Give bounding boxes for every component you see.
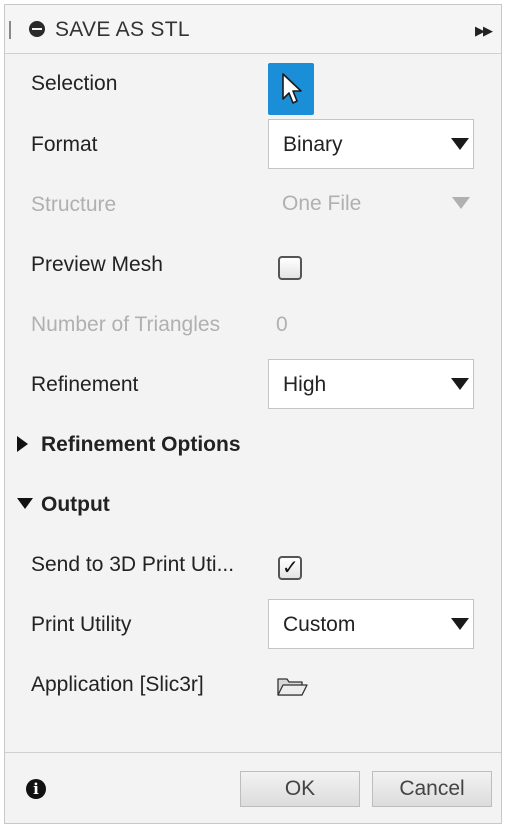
dialog-footer: i OK Cancel	[5, 752, 501, 823]
refinement-label: Refinement	[31, 373, 139, 396]
minus-circle-icon[interactable]	[29, 21, 45, 37]
chevron-down-icon	[451, 378, 469, 390]
info-icon[interactable]: i	[26, 779, 46, 799]
structure-dropdown: One File	[268, 179, 474, 229]
chevron-down-icon	[451, 618, 469, 630]
refinement-value: High	[283, 373, 327, 396]
refinement-options-section[interactable]: Refinement Options	[17, 433, 241, 457]
print-utility-label: Print Utility	[31, 613, 132, 636]
preview-mesh-checkbox[interactable]	[278, 256, 302, 280]
refinement-dropdown[interactable]: High	[268, 359, 474, 409]
selection-label: Selection	[31, 72, 118, 95]
cancel-button[interactable]: Cancel	[372, 771, 492, 807]
format-dropdown[interactable]: Binary	[268, 119, 474, 169]
format-value: Binary	[283, 133, 343, 156]
structure-value: One File	[282, 192, 362, 215]
send-to-print-label: Send to 3D Print Uti...	[31, 553, 235, 576]
number-of-triangles-value: 0	[276, 313, 288, 336]
format-label: Format	[31, 133, 98, 156]
drag-grip-icon[interactable]	[9, 21, 11, 39]
structure-label: Structure	[31, 193, 117, 216]
collapse-triangle-icon	[17, 498, 33, 509]
save-as-stl-dialog: SAVE AS STL ▶▶ Selection Format Binary S…	[4, 4, 502, 824]
dialog-title: SAVE AS STL	[55, 18, 190, 41]
cursor-arrow-icon	[282, 73, 302, 104]
application-label: Application [Slic3r]	[31, 673, 204, 696]
preview-mesh-label: Preview Mesh	[31, 253, 163, 276]
number-of-triangles-label: Number of Triangles	[31, 313, 221, 336]
dialog-body: Selection Format Binary Structure One Fi…	[5, 54, 501, 754]
output-label: Output	[41, 493, 110, 516]
folder-open-icon[interactable]	[276, 675, 308, 702]
double-chevron-right-icon[interactable]: ▶▶	[475, 23, 493, 39]
send-to-print-checkbox[interactable]: ✓	[278, 556, 302, 580]
expand-triangle-icon	[17, 436, 28, 452]
print-utility-value: Custom	[283, 613, 356, 636]
ok-button[interactable]: OK	[240, 771, 360, 807]
checkmark-icon: ✓	[282, 557, 299, 579]
print-utility-dropdown[interactable]: Custom	[268, 599, 474, 649]
chevron-down-icon	[452, 197, 470, 209]
refinement-options-label: Refinement Options	[41, 433, 241, 456]
chevron-down-icon	[451, 138, 469, 150]
selection-button[interactable]	[268, 63, 314, 115]
dialog-titlebar[interactable]: SAVE AS STL ▶▶	[5, 5, 501, 54]
output-section[interactable]: Output	[17, 493, 110, 517]
